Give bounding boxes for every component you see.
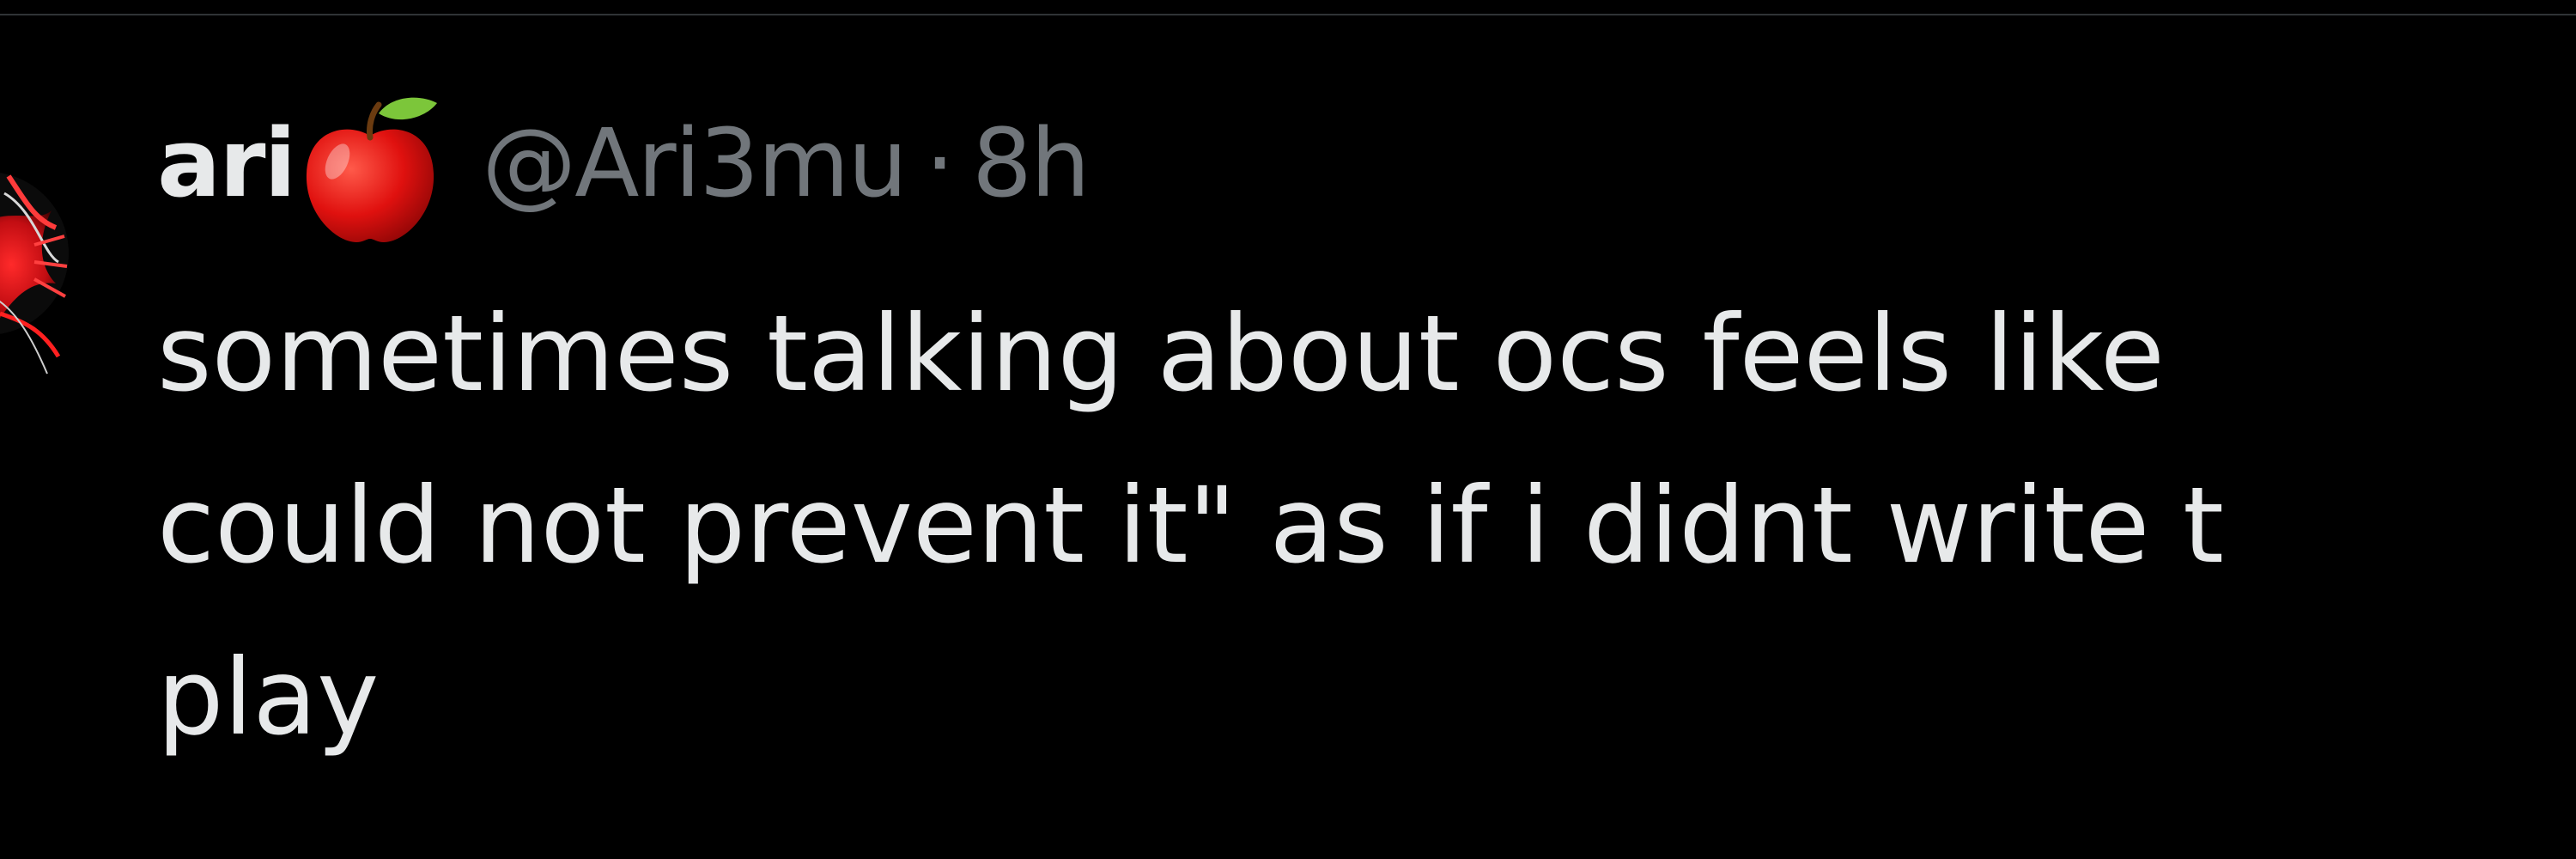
- tweet[interactable]: ari @Ari3mu · 8h sometimes talking about…: [157, 0, 2576, 859]
- avatar[interactable]: [0, 125, 69, 382]
- user-handle[interactable]: @Ari3mu: [482, 108, 908, 218]
- tweet-header: ari @Ari3mu · 8h: [157, 97, 1091, 242]
- timestamp[interactable]: 8h: [972, 108, 1091, 218]
- avatar-image: [0, 173, 69, 375]
- tweet-text: sometimes talking about ocs feels like c…: [157, 268, 2576, 783]
- separator-dot: ·: [925, 108, 955, 218]
- tweet-text-line: could not prevent it" as if i didnt writ…: [157, 465, 2224, 587]
- tweet-text-line: play: [157, 637, 380, 758]
- apple-icon: [296, 91, 444, 246]
- tweet-text-line: sometimes talking about ocs feels like: [157, 293, 2165, 415]
- display-name[interactable]: ari: [157, 108, 296, 218]
